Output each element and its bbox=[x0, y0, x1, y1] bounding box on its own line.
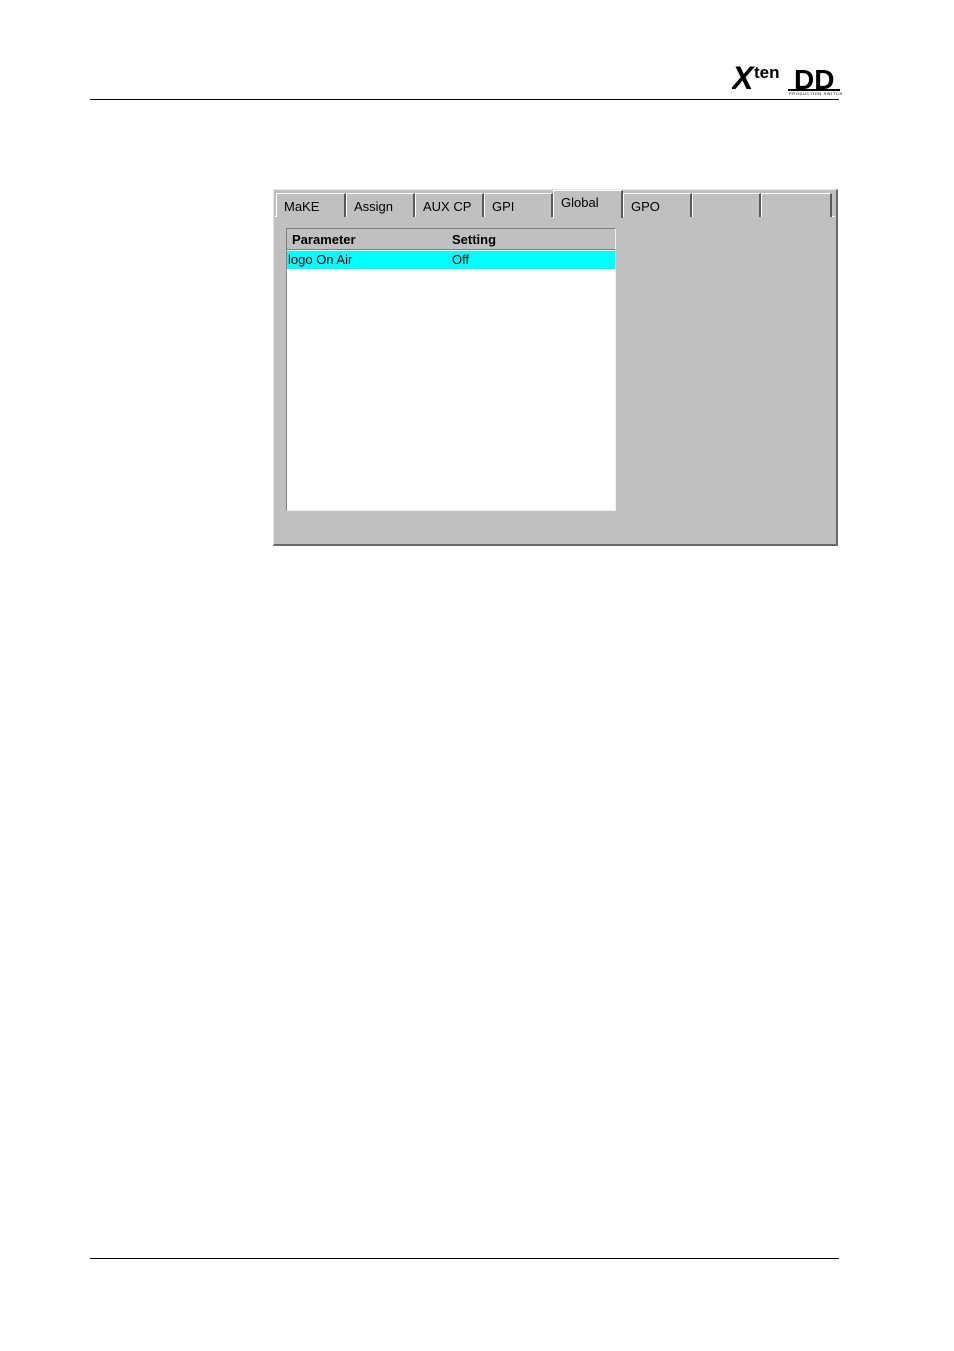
tab-empty-2[interactable] bbox=[761, 193, 832, 217]
tab-panel: MaKE Assign AUX CP GPI GPO Global Parame… bbox=[273, 189, 838, 546]
column-header-setting[interactable]: Setting bbox=[452, 232, 496, 247]
row-setting: Off bbox=[452, 252, 470, 267]
svg-text:ten: ten bbox=[754, 63, 780, 82]
tab-assign[interactable]: Assign bbox=[346, 193, 415, 217]
table-header: Parameter Setting bbox=[287, 229, 615, 250]
xten-dd-logo: X ten DD PRODUCTION SWITCHERS bbox=[730, 58, 852, 96]
tab-aux-cp[interactable]: AUX CP bbox=[415, 193, 484, 217]
tab-gpo[interactable]: GPO bbox=[623, 193, 692, 217]
column-header-parameter[interactable]: Parameter bbox=[292, 232, 356, 247]
active-tab-gap bbox=[554, 216, 621, 218]
svg-text:PRODUCTION SWITCHERS: PRODUCTION SWITCHERS bbox=[789, 91, 842, 96]
header-rule bbox=[90, 99, 839, 100]
footer-rule bbox=[90, 1258, 839, 1259]
tab-empty-1[interactable] bbox=[692, 193, 761, 217]
row-parameter: logo On Air bbox=[288, 252, 353, 267]
tab-gpi[interactable]: GPI bbox=[484, 193, 553, 217]
tab-global[interactable]: Global bbox=[553, 190, 623, 218]
table-row[interactable]: logo On Air Off bbox=[287, 251, 615, 269]
parameter-table: Parameter Setting logo On Air Off bbox=[286, 228, 616, 511]
svg-text:X: X bbox=[732, 60, 755, 96]
tab-make[interactable]: MaKE bbox=[276, 193, 346, 217]
